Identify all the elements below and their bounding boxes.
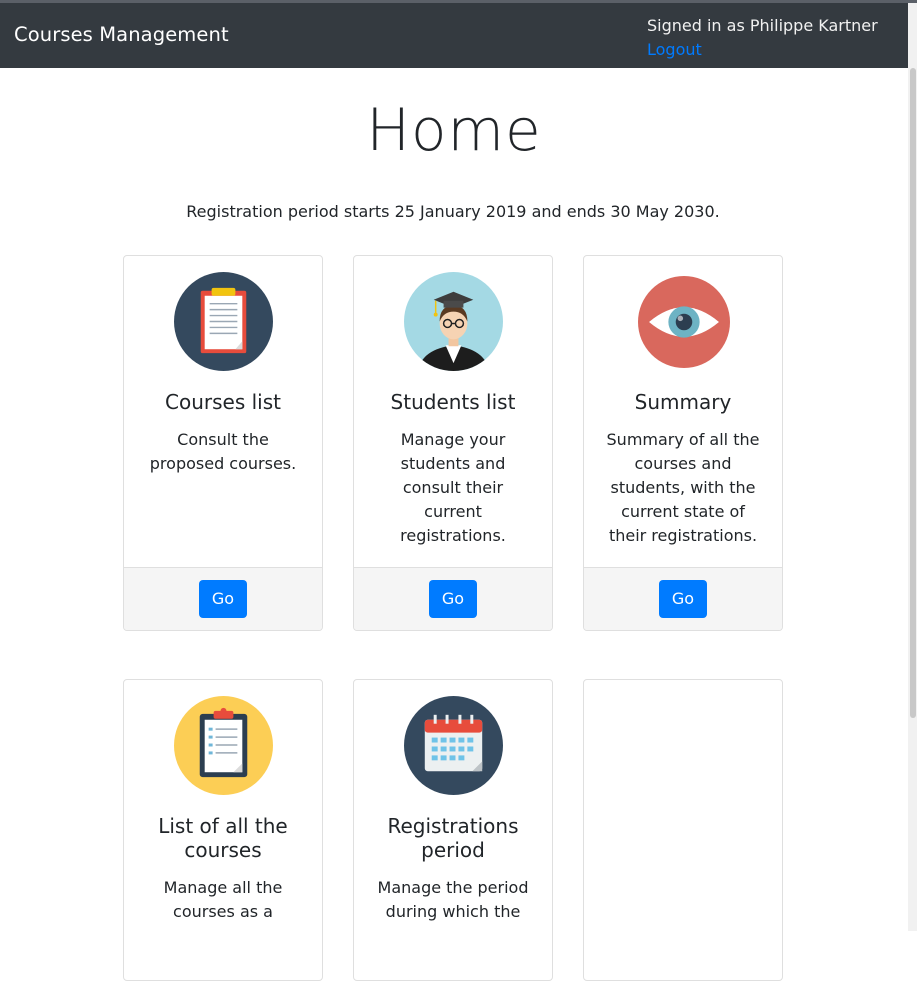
card-text: Manage all the courses as a bbox=[163, 878, 283, 921]
signed-in-text: Signed in as Philippe Kartner bbox=[647, 16, 878, 35]
card-footer: Go bbox=[584, 567, 782, 630]
card-title: Registrations period bbox=[387, 814, 519, 862]
calendar-icon bbox=[404, 696, 503, 795]
card-title: List of all the courses bbox=[158, 814, 288, 862]
registration-period-text: Registration period starts 25 January 20… bbox=[186, 202, 720, 221]
card-title: Courses list bbox=[165, 390, 281, 414]
scrollbar-thumb[interactable] bbox=[910, 68, 916, 718]
card-registrations-period: Registrations period Manage the period d… bbox=[353, 679, 553, 981]
card-students-list: Students list Manage your students and c… bbox=[353, 255, 553, 631]
card-footer: Go bbox=[354, 567, 552, 630]
card-summary: Summary Summary of all the courses and s… bbox=[583, 255, 783, 631]
card-courses-list: Courses list Consult the proposed course… bbox=[123, 255, 323, 631]
card-text: Consult the proposed courses. bbox=[149, 430, 297, 473]
navbar: Courses Management Signed in as Philippe… bbox=[0, 3, 908, 68]
card-title: Summary bbox=[634, 390, 732, 414]
card-title: Students list bbox=[390, 390, 516, 414]
card-text: Manage your students and consult their c… bbox=[400, 430, 506, 545]
graduate-icon bbox=[404, 272, 503, 371]
card-footer: Go bbox=[124, 567, 322, 630]
brand-link[interactable]: Courses Management bbox=[14, 23, 229, 46]
card-empty bbox=[583, 679, 783, 981]
go-button-courses-list[interactable]: Go bbox=[199, 580, 247, 618]
eye-icon bbox=[638, 276, 730, 368]
card-text: Summary of all the courses and students,… bbox=[606, 430, 760, 545]
go-button-students-list[interactable]: Go bbox=[429, 580, 477, 618]
go-button-summary[interactable]: Go bbox=[659, 580, 707, 618]
card-all-courses: List of all the courses Manage all the c… bbox=[123, 679, 323, 981]
card-text: Manage the period during which the bbox=[377, 878, 529, 921]
logout-link[interactable]: Logout bbox=[647, 38, 702, 62]
checklist-icon bbox=[174, 696, 273, 795]
clipboard-icon bbox=[174, 272, 273, 371]
page-title: Home bbox=[366, 96, 542, 164]
